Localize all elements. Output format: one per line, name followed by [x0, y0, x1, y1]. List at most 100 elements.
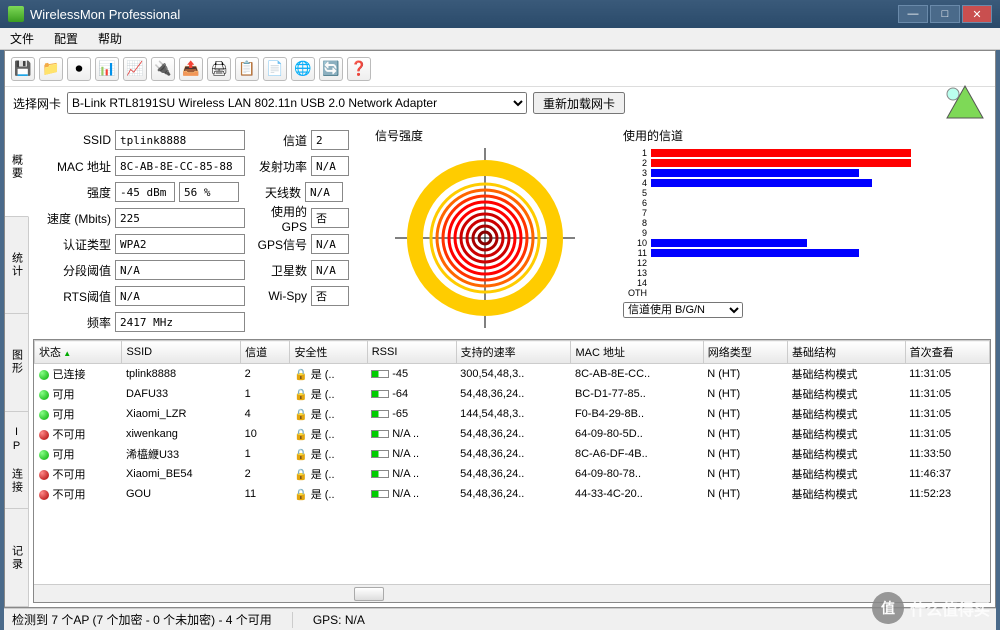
menu-file[interactable]: 文件 [6, 28, 38, 49]
val-speed: 225 [115, 208, 245, 228]
table-row[interactable]: 不可用GOU11🔒 是 (..N/A ..54,48,36,24..44-33-… [35, 484, 990, 504]
save-icon[interactable]: 💾 [11, 57, 35, 81]
val-sats: N/A [311, 260, 349, 280]
label-wispy: Wi-Spy [251, 289, 307, 303]
col-header[interactable]: 网络类型 [703, 341, 787, 364]
channel-mode-select[interactable]: 信道使用 B/G/N [623, 302, 743, 318]
adapter-select[interactable]: B-Link RTL8191SU Wireless LAN 802.11n US… [67, 92, 527, 114]
val-strength-pct: 56 % [179, 182, 239, 202]
table-header[interactable]: 状态 ▲SSID信道安全性RSSI支持的速率MAC 地址网络类型基础结构首次查看 [35, 341, 990, 364]
app-icon [8, 6, 24, 22]
val-antennas: N/A [305, 182, 343, 202]
horizontal-scrollbar[interactable] [34, 584, 990, 602]
label-frag: 分段阈值 [39, 262, 111, 279]
status-ap-count: 检测到 7 个AP (7 个加密 - 0 个未加密) - 4 个可用 [12, 611, 272, 628]
graph-icon[interactable]: 📈 [123, 57, 147, 81]
export-icon[interactable]: 📤 [179, 57, 203, 81]
menubar: 文件 配置 帮助 [0, 28, 1000, 50]
signal-radar [375, 148, 595, 328]
sidetab-stats[interactable]: 统计 [5, 217, 28, 315]
signal-strength-panel: 信号强度 [371, 123, 611, 333]
table-row[interactable]: 不可用Xiaomi_BE542🔒 是 (..N/A ..54,48,36,24.… [35, 464, 990, 484]
signal-panel-title: 信号强度 [375, 127, 607, 144]
col-header[interactable]: 基础结构 [787, 341, 905, 364]
col-header[interactable]: 首次查看 [905, 341, 989, 364]
ap-table: 状态 ▲SSID信道安全性RSSI支持的速率MAC 地址网络类型基础结构首次查看… [33, 339, 991, 603]
table-row[interactable]: 不可用xiwenkang10🔒 是 (..N/A ..54,48,36,24..… [35, 424, 990, 444]
minimize-button[interactable]: — [898, 5, 928, 23]
maximize-button[interactable]: □ [930, 5, 960, 23]
table-row[interactable]: 可用DAFU331🔒 是 (..-6454,48,36,24..BC-D1-77… [35, 384, 990, 404]
val-wispy: 否 [311, 286, 349, 306]
adapter-row: 选择网卡 B-Link RTL8191SU Wireless LAN 802.1… [5, 87, 995, 119]
content-area: 💾 📁 ⏺ 📊 📈 🔌 📤 🖨 📋 📄 🌐 🔄 ❓ 选择网卡 B-Link RT… [4, 50, 996, 608]
val-gps-used: 否 [311, 208, 349, 228]
val-strength-dbm: -45 dBm [115, 182, 175, 202]
val-auth: WPA2 [115, 234, 245, 254]
status-gps: GPS: N/A [313, 613, 365, 627]
col-header[interactable]: RSSI [367, 341, 456, 364]
print-icon[interactable]: 🖨 [207, 57, 231, 81]
open-icon[interactable]: 📁 [39, 57, 63, 81]
label-txpower: 发射功率 [251, 158, 307, 175]
titlebar: WirelessMon Professional — □ ✕ [0, 0, 1000, 28]
val-ssid: tplink8888 [115, 130, 245, 150]
window-title: WirelessMon Professional [30, 7, 898, 22]
label-strength: 强度 [39, 184, 111, 201]
table-row[interactable]: 可用浠橀緶U331🔒 是 (..N/A ..54,48,36,24..8C-A6… [35, 444, 990, 464]
adapter-label: 选择网卡 [13, 95, 61, 112]
val-txpower: N/A [311, 156, 349, 176]
menu-help[interactable]: 帮助 [94, 28, 126, 49]
label-antennas: 天线数 [245, 184, 301, 201]
watermark: 值 什么值得买 [872, 592, 990, 624]
side-tabs: 概要 统计 图形 IP 连接 记录 [5, 119, 29, 607]
label-gps-signal: GPS信号 [251, 236, 307, 253]
val-freq: 2417 MHz [115, 312, 245, 332]
reload-adapter-button[interactable]: 重新加载网卡 [533, 92, 625, 114]
clipboard-icon[interactable]: 📄 [263, 57, 287, 81]
sidetab-graph[interactable]: 图形 [5, 314, 28, 412]
col-header[interactable]: 支持的速率 [456, 341, 571, 364]
sidetab-summary[interactable]: 概要 [5, 119, 29, 217]
table-row[interactable]: 已连接tplink88882🔒 是 (..-45300,54,48,3..8C-… [35, 364, 990, 385]
val-gps-signal: N/A [311, 234, 349, 254]
globe-icon[interactable]: 🌐 [291, 57, 315, 81]
signal-icon [943, 84, 987, 123]
menu-config[interactable]: 配置 [50, 28, 82, 49]
watermark-badge: 值 [872, 592, 904, 624]
table-row[interactable]: 可用Xiaomi_LZR4🔒 是 (..-65144,54,48,3..F0-B… [35, 404, 990, 424]
log-icon[interactable]: 📋 [235, 57, 259, 81]
label-freq: 频率 [39, 314, 111, 331]
col-header[interactable]: 状态 ▲ [35, 341, 122, 364]
label-rts: RTS阈值 [39, 288, 111, 305]
val-rts: N/A [115, 286, 245, 306]
statusbar: 检测到 7 个AP (7 个加密 - 0 个未加密) - 4 个可用 GPS: … [4, 608, 996, 630]
col-header[interactable]: 安全性 [290, 341, 367, 364]
channel-bars-chart: 1234567891011121314OTH [623, 148, 987, 298]
label-mac: MAC 地址 [39, 158, 111, 175]
close-button[interactable]: ✕ [962, 5, 992, 23]
col-header[interactable]: MAC 地址 [571, 341, 703, 364]
toolbar: 💾 📁 ⏺ 📊 📈 🔌 📤 🖨 📋 📄 🌐 🔄 ❓ [5, 51, 995, 87]
info-grid: SSIDtplink8888信道2 MAC 地址8C-AB-8E-CC-85-8… [33, 123, 363, 333]
label-speed: 速度 (Mbits) [39, 210, 111, 227]
label-auth: 认证类型 [39, 236, 111, 253]
val-channel: 2 [311, 130, 349, 150]
channel-panel: 使用的信道 1234567891011121314OTH 信道使用 B/G/N [619, 123, 991, 333]
watermark-text: 什么值得买 [910, 596, 990, 620]
connect-icon[interactable]: 🔌 [151, 57, 175, 81]
record-icon[interactable]: ⏺ [67, 57, 91, 81]
refresh-icon[interactable]: 🔄 [319, 57, 343, 81]
col-header[interactable]: 信道 [241, 341, 290, 364]
col-header[interactable]: SSID [122, 341, 241, 364]
help-icon[interactable]: ❓ [347, 57, 371, 81]
label-sats: 卫星数 [251, 262, 307, 279]
label-gps-used: 使用的GPS [251, 203, 307, 234]
label-ssid: SSID [39, 133, 111, 147]
label-channel: 信道 [251, 132, 307, 149]
sidetab-log[interactable]: 记录 [5, 509, 28, 607]
stats-icon[interactable]: 📊 [95, 57, 119, 81]
sidetab-ip[interactable]: IP 连接 [5, 412, 28, 510]
val-frag: N/A [115, 260, 245, 280]
channel-panel-title: 使用的信道 [623, 127, 987, 144]
